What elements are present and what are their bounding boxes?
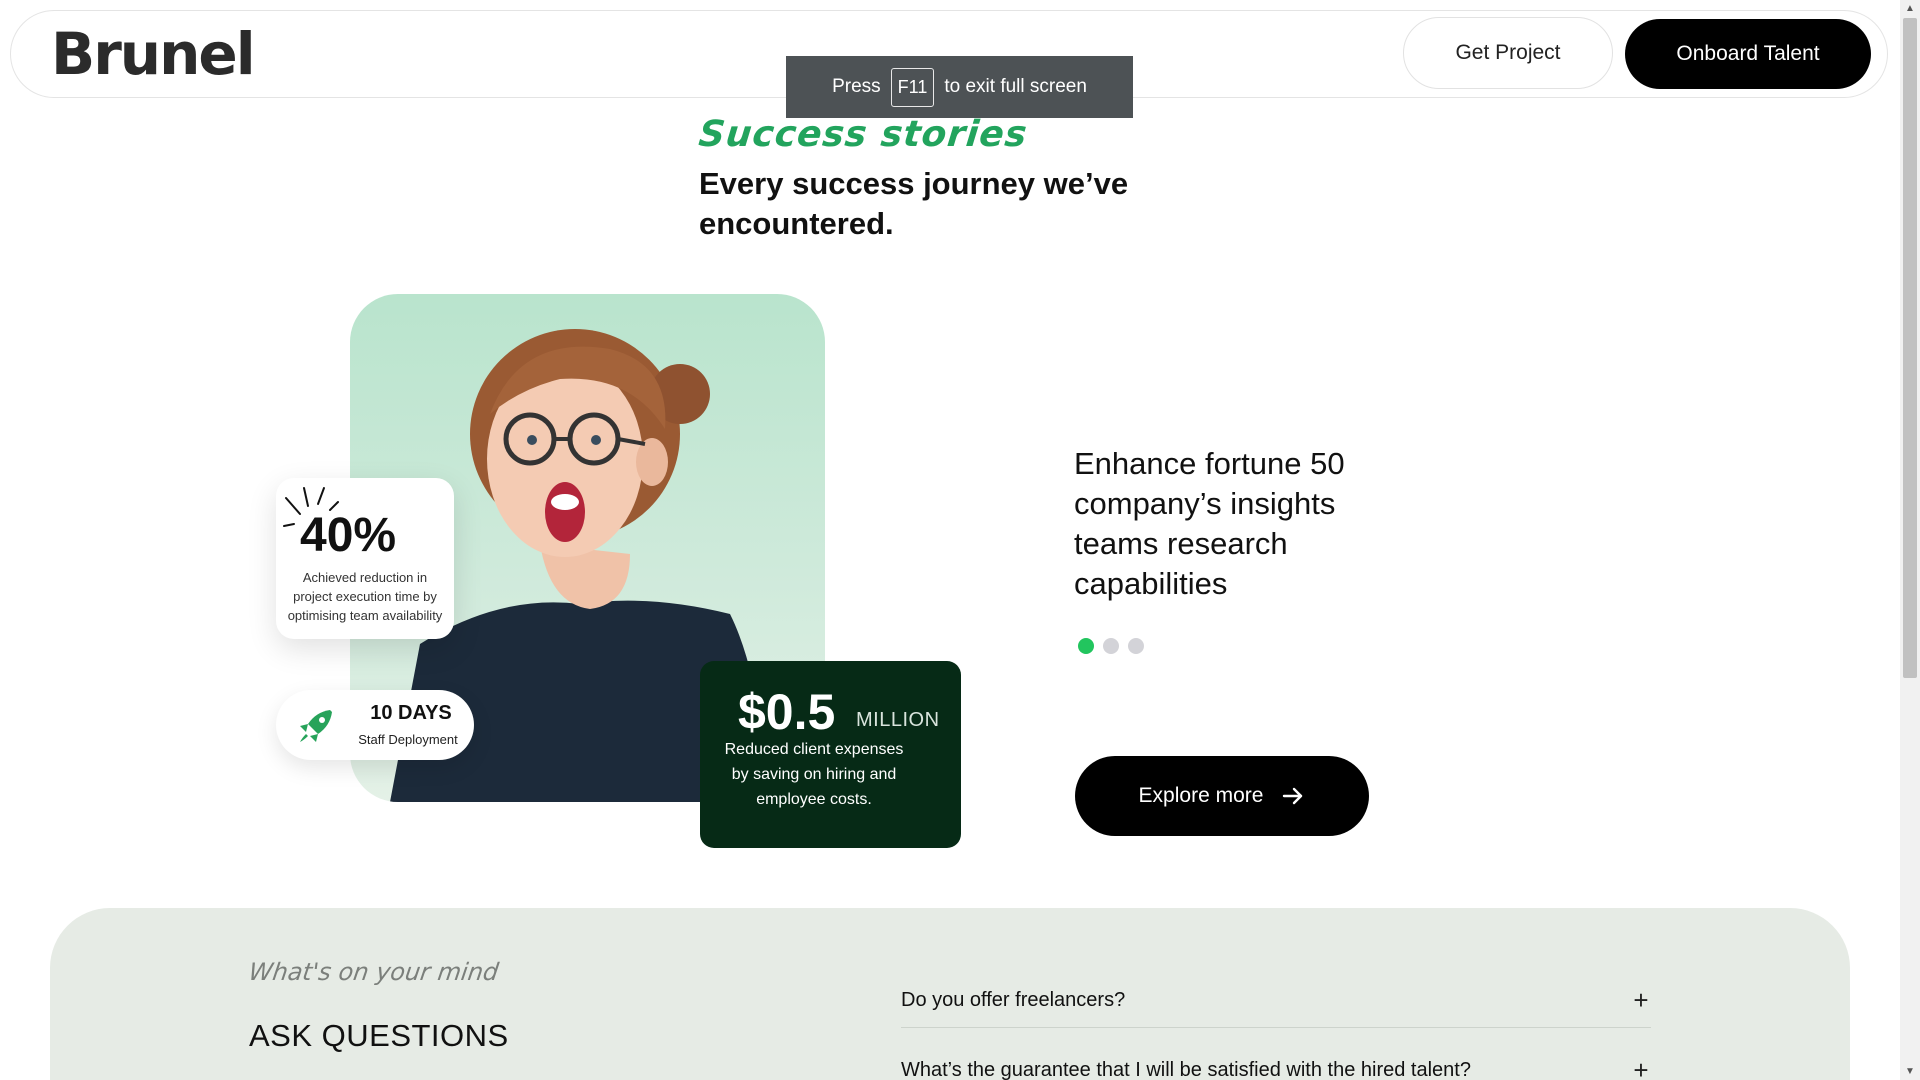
section-eyebrow: Success stories	[696, 114, 1030, 155]
faq-eyebrow: What's on your mind	[247, 958, 501, 986]
f11-key: F11	[890, 67, 935, 107]
fullscreen-notice-prefix: Press	[832, 76, 881, 97]
carousel-dots	[1078, 638, 1144, 654]
carousel-dot-3[interactable]	[1128, 638, 1144, 654]
rocket-icon	[300, 710, 332, 742]
arrow-right-icon	[1283, 787, 1303, 805]
explore-more-label: Explore more	[1138, 784, 1264, 807]
scroll-down-arrow-icon[interactable]: ▼	[1900, 1063, 1920, 1080]
faq-section: What's on your mind ASK QUESTIONS Do you…	[50, 908, 1850, 1080]
savings-value: $0.5	[738, 684, 836, 740]
carousel-dot-2[interactable]	[1103, 638, 1119, 654]
get-project-button[interactable]: Get Project	[1403, 17, 1613, 89]
scroll-up-arrow-icon[interactable]: ▲	[1900, 0, 1920, 17]
scrollbar-thumb[interactable]	[1903, 18, 1917, 678]
faq-question: Do you offer freelancers?	[901, 988, 1126, 1011]
deployment-label: Staff Deployment	[358, 732, 458, 747]
reduction-stat-card: 40% Achieved reduction in project execut…	[276, 478, 454, 639]
carousel-dot-1[interactable]	[1078, 638, 1094, 654]
reduction-value: 40%	[300, 509, 397, 562]
reduction-description: Achieved reduction in project execution …	[287, 570, 443, 623]
plus-icon[interactable]: +	[1631, 1055, 1651, 1080]
page-scrollbar[interactable]: ▲ ▼	[1900, 0, 1920, 1080]
faq-item[interactable]: Do you offer freelancers? +	[901, 972, 1651, 1028]
brand-logo[interactable]: Brunel	[51, 25, 256, 83]
faq-title: ASK QUESTIONS	[249, 1018, 509, 1053]
plus-icon[interactable]: +	[1631, 985, 1651, 1016]
section-headline: Every success journey we’ve encountered.	[699, 166, 1129, 241]
deployment-value: 10 DAYS	[370, 702, 452, 724]
faq-item[interactable]: What’s the guarantee that I will be sati…	[901, 1042, 1651, 1080]
story-title: Enhance fortune 50 company’s insights te…	[1074, 446, 1345, 601]
deployment-stat-pill: 10 DAYS Staff Deployment	[276, 690, 474, 760]
savings-stat-card: $0.5 MILLION Reduced client expenses by …	[700, 661, 961, 848]
onboard-talent-button[interactable]: Onboard Talent	[1625, 19, 1871, 89]
fullscreen-notice-suffix: to exit full screen	[944, 76, 1087, 97]
savings-unit: MILLION	[856, 709, 940, 731]
faq-question: What’s the guarantee that I will be sati…	[901, 1058, 1471, 1080]
savings-description: Reduced client expenses by saving on hir…	[724, 741, 904, 808]
faq-divider	[901, 1027, 1651, 1028]
fullscreen-notice: Press F11 to exit full screen	[786, 56, 1133, 118]
explore-more-button[interactable]: Explore more	[1075, 756, 1369, 836]
